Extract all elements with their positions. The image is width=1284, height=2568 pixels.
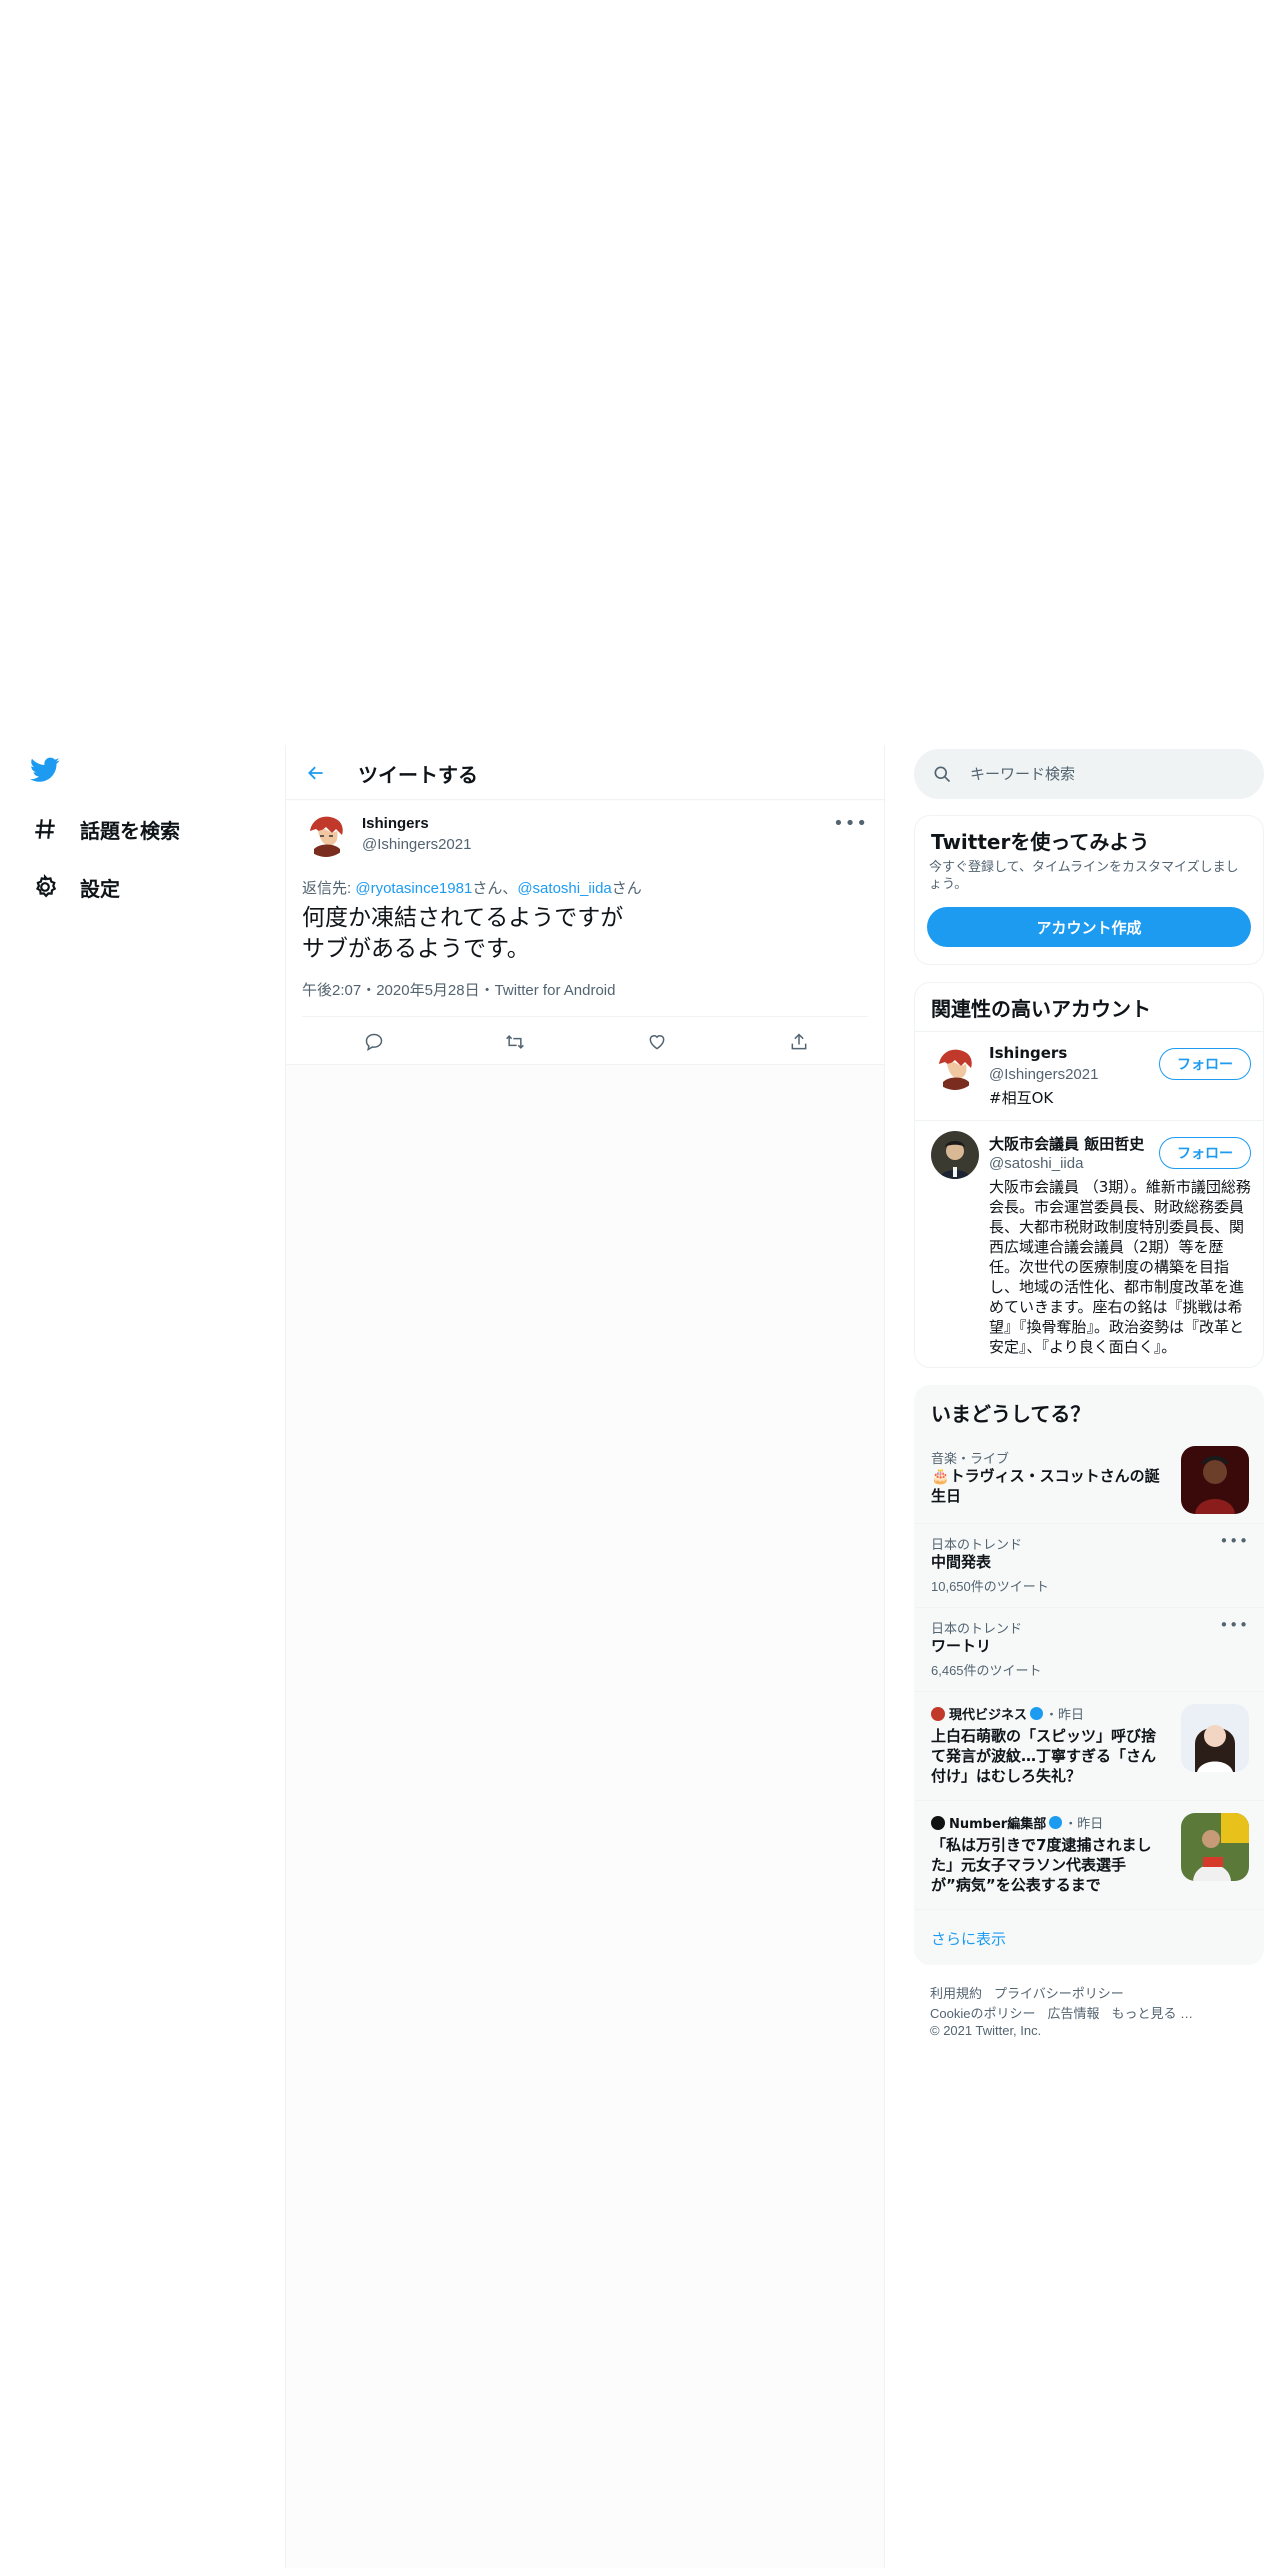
news-source: 現代ビジネス ・昨日	[931, 1704, 1084, 1723]
tweet-author-name[interactable]: Ishingers	[362, 815, 429, 832]
signup-card: Twitterを使ってみよう 今すぐ登録して、タイムラインをカスタマイズしましょ…	[914, 815, 1264, 965]
trend-context: 音楽・ライブ	[931, 1452, 1010, 1467]
follow-button[interactable]: フォロー	[1159, 1137, 1251, 1169]
account-item[interactable]: 大阪市会議員 飯田哲史 @satoshi_iida フォロー 大阪市会議員 （3…	[915, 1120, 1263, 1367]
verified-icon	[1049, 1816, 1063, 1829]
hashtag-icon	[30, 814, 60, 844]
retweet-icon[interactable]	[498, 1025, 532, 1059]
reply-to: 返信先: @ryotasince1981さん、@satoshi_iidaさん	[302, 877, 642, 898]
avatar[interactable]	[931, 1131, 979, 1179]
main-column: ツイートする Ishingers @Ishingers2021 ••• 返信先:…	[286, 745, 884, 2568]
page-title: ツイートする	[358, 763, 478, 787]
cookie-link[interactable]: Cookieのポリシー	[930, 2006, 1035, 2021]
ads-link[interactable]: 広告情報	[1047, 2006, 1099, 2021]
news-title: 「私は万引きで7度逮捕されました」元女子マラソン代表選手が”病気”を公表するまで	[931, 1836, 1152, 1894]
signup-description: 今すぐ登録して、タイムラインをカスタマイズしましょう。	[929, 860, 1239, 892]
trend-title: 中間発表	[931, 1553, 992, 1571]
trend-context: 日本のトレンド	[931, 1622, 1023, 1637]
reply-prefix: 返信先:	[302, 880, 356, 897]
avatar[interactable]	[302, 809, 350, 857]
gear-icon	[30, 872, 60, 902]
trend-title: ワートリ	[931, 1637, 992, 1655]
verified-icon	[1030, 1707, 1044, 1720]
show-more-link[interactable]: さらに表示	[931, 1928, 1006, 1949]
reply-user-link[interactable]: @satoshi_iida	[517, 880, 611, 897]
reply-suffix: さん、	[472, 880, 518, 897]
account-name: Ishingers	[989, 1044, 1068, 1062]
news-source: Number編集部 ・昨日	[931, 1813, 1103, 1832]
more-icon[interactable]: •••	[833, 813, 868, 834]
source-logo-icon	[931, 1706, 945, 1721]
account-name: 大阪市会議員 飯田哲史	[989, 1135, 1145, 1153]
account-bio[interactable]: #相互OK	[989, 1088, 1251, 1108]
twitter-logo-icon[interactable]	[30, 757, 64, 787]
trend-count: 10,650件のツイート	[931, 1579, 1049, 1594]
relevant-accounts-title: 関連性の高いアカウント	[931, 997, 1151, 1021]
trend-item[interactable]: 日本のトレンド 中間発表 10,650件のツイート •••	[915, 1523, 1263, 1606]
search-icon	[932, 764, 952, 788]
column-divider	[884, 745, 885, 2568]
privacy-link[interactable]: プライバシーポリシー	[994, 1986, 1124, 2001]
signup-title: Twitterを使ってみよう	[931, 830, 1150, 854]
main-header: ツイートする	[286, 745, 884, 800]
source-logo-icon	[931, 1815, 945, 1830]
tweet-timestamp[interactable]: 午後2:07・2020年5月28日・Twitter for Android	[302, 979, 615, 1000]
trends-card: いまどうしてる？ 音楽・ライブ 🎂トラヴィス・スコットさんの誕生日 日本のトレン…	[914, 1385, 1264, 1965]
terms-link[interactable]: 利用規約	[930, 1986, 982, 2001]
arrow-left-icon	[308, 766, 323, 780]
search-box[interactable]	[914, 749, 1264, 799]
trend-item[interactable]: 音楽・ライブ 🎂トラヴィス・スコットさんの誕生日	[915, 1438, 1263, 1522]
nav-settings-label: 設定	[80, 876, 120, 901]
trends-title: いまどうしてる？	[931, 1402, 1091, 1426]
trend-image	[1181, 1446, 1249, 1514]
show-more-row[interactable]: さらに表示	[915, 1909, 1263, 1964]
more-link[interactable]: もっと見る …	[1111, 2006, 1193, 2021]
create-account-button[interactable]: アカウント作成	[927, 907, 1251, 947]
tweet: Ishingers @Ishingers2021 ••• 返信先: @ryota…	[286, 801, 884, 1065]
trend-item[interactable]: 日本のトレンド ワートリ 6,465件のツイート •••	[915, 1607, 1263, 1690]
search-input[interactable]	[970, 763, 1240, 785]
share-icon[interactable]	[782, 1025, 816, 1059]
trend-count: 6,465件のツイート	[931, 1663, 1042, 1678]
footer-links: Cookieのポリシー 広告情報 もっと見る …	[930, 2003, 1205, 2022]
account-item[interactable]: Ishingers @Ishingers2021 フォロー #相互OK	[915, 1031, 1263, 1119]
news-image	[1181, 1813, 1249, 1881]
reply-suffix: さん	[611, 880, 642, 897]
news-image	[1181, 1704, 1249, 1772]
nav-explore-label: 話題を検索	[80, 818, 180, 843]
more-icon[interactable]: •••	[1219, 1616, 1249, 1634]
account-handle: @satoshi_iida	[989, 1155, 1084, 1172]
tweet-text: 何度か凍結されてるようですが サブがあるようです。	[302, 905, 624, 962]
nav-explore[interactable]: 話題を検索	[30, 809, 180, 849]
reply-user-link[interactable]: @ryotasince1981	[355, 880, 472, 897]
news-time: ・昨日	[1064, 1817, 1104, 1832]
tweet-actions	[302, 1016, 868, 1064]
tweet-author-handle[interactable]: @Ishingers2021	[362, 836, 471, 853]
relevant-accounts-card: 関連性の高いアカウント Ishingers @Ishingers2021 フォロ…	[914, 982, 1264, 1368]
news-source-name: 現代ビジネス	[949, 1708, 1028, 1723]
news-item[interactable]: Number編集部 ・昨日 「私は万引きで7度逮捕されました」元女子マラソン代表…	[915, 1800, 1263, 1908]
avatar[interactable]	[931, 1042, 979, 1090]
trend-title: 🎂トラヴィス・スコットさんの誕生日	[931, 1467, 1160, 1505]
copyright: © 2021 Twitter, Inc.	[930, 2023, 1042, 2038]
news-title: 上白石萌歌の「スピッツ」呼び捨て発言が波紋…丁寧すぎる「さん付け」はむしろ失礼？	[931, 1727, 1157, 1785]
news-time: ・昨日	[1045, 1708, 1085, 1723]
news-source-name: Number編集部	[949, 1817, 1047, 1832]
footer-links: 利用規約 プライバシーポリシー	[930, 1983, 1136, 2002]
like-icon[interactable]	[640, 1025, 674, 1059]
account-bio: 大阪市会議員 （3期）。維新市議団総務会長。市会運営委員長、財政総務委員長、大都…	[989, 1178, 1251, 1356]
reply-icon[interactable]	[357, 1025, 391, 1059]
account-handle: @Ishingers2021	[989, 1066, 1099, 1083]
back-button[interactable]	[300, 757, 332, 789]
follow-button[interactable]: フォロー	[1159, 1048, 1251, 1080]
more-icon[interactable]: •••	[1219, 1532, 1249, 1550]
trend-context: 日本のトレンド	[931, 1538, 1023, 1553]
news-item[interactable]: 現代ビジネス ・昨日 上白石萌歌の「スピッツ」呼び捨て発言が波紋…丁寧すぎる「さ…	[915, 1691, 1263, 1799]
nav-settings[interactable]: 設定	[30, 867, 120, 907]
